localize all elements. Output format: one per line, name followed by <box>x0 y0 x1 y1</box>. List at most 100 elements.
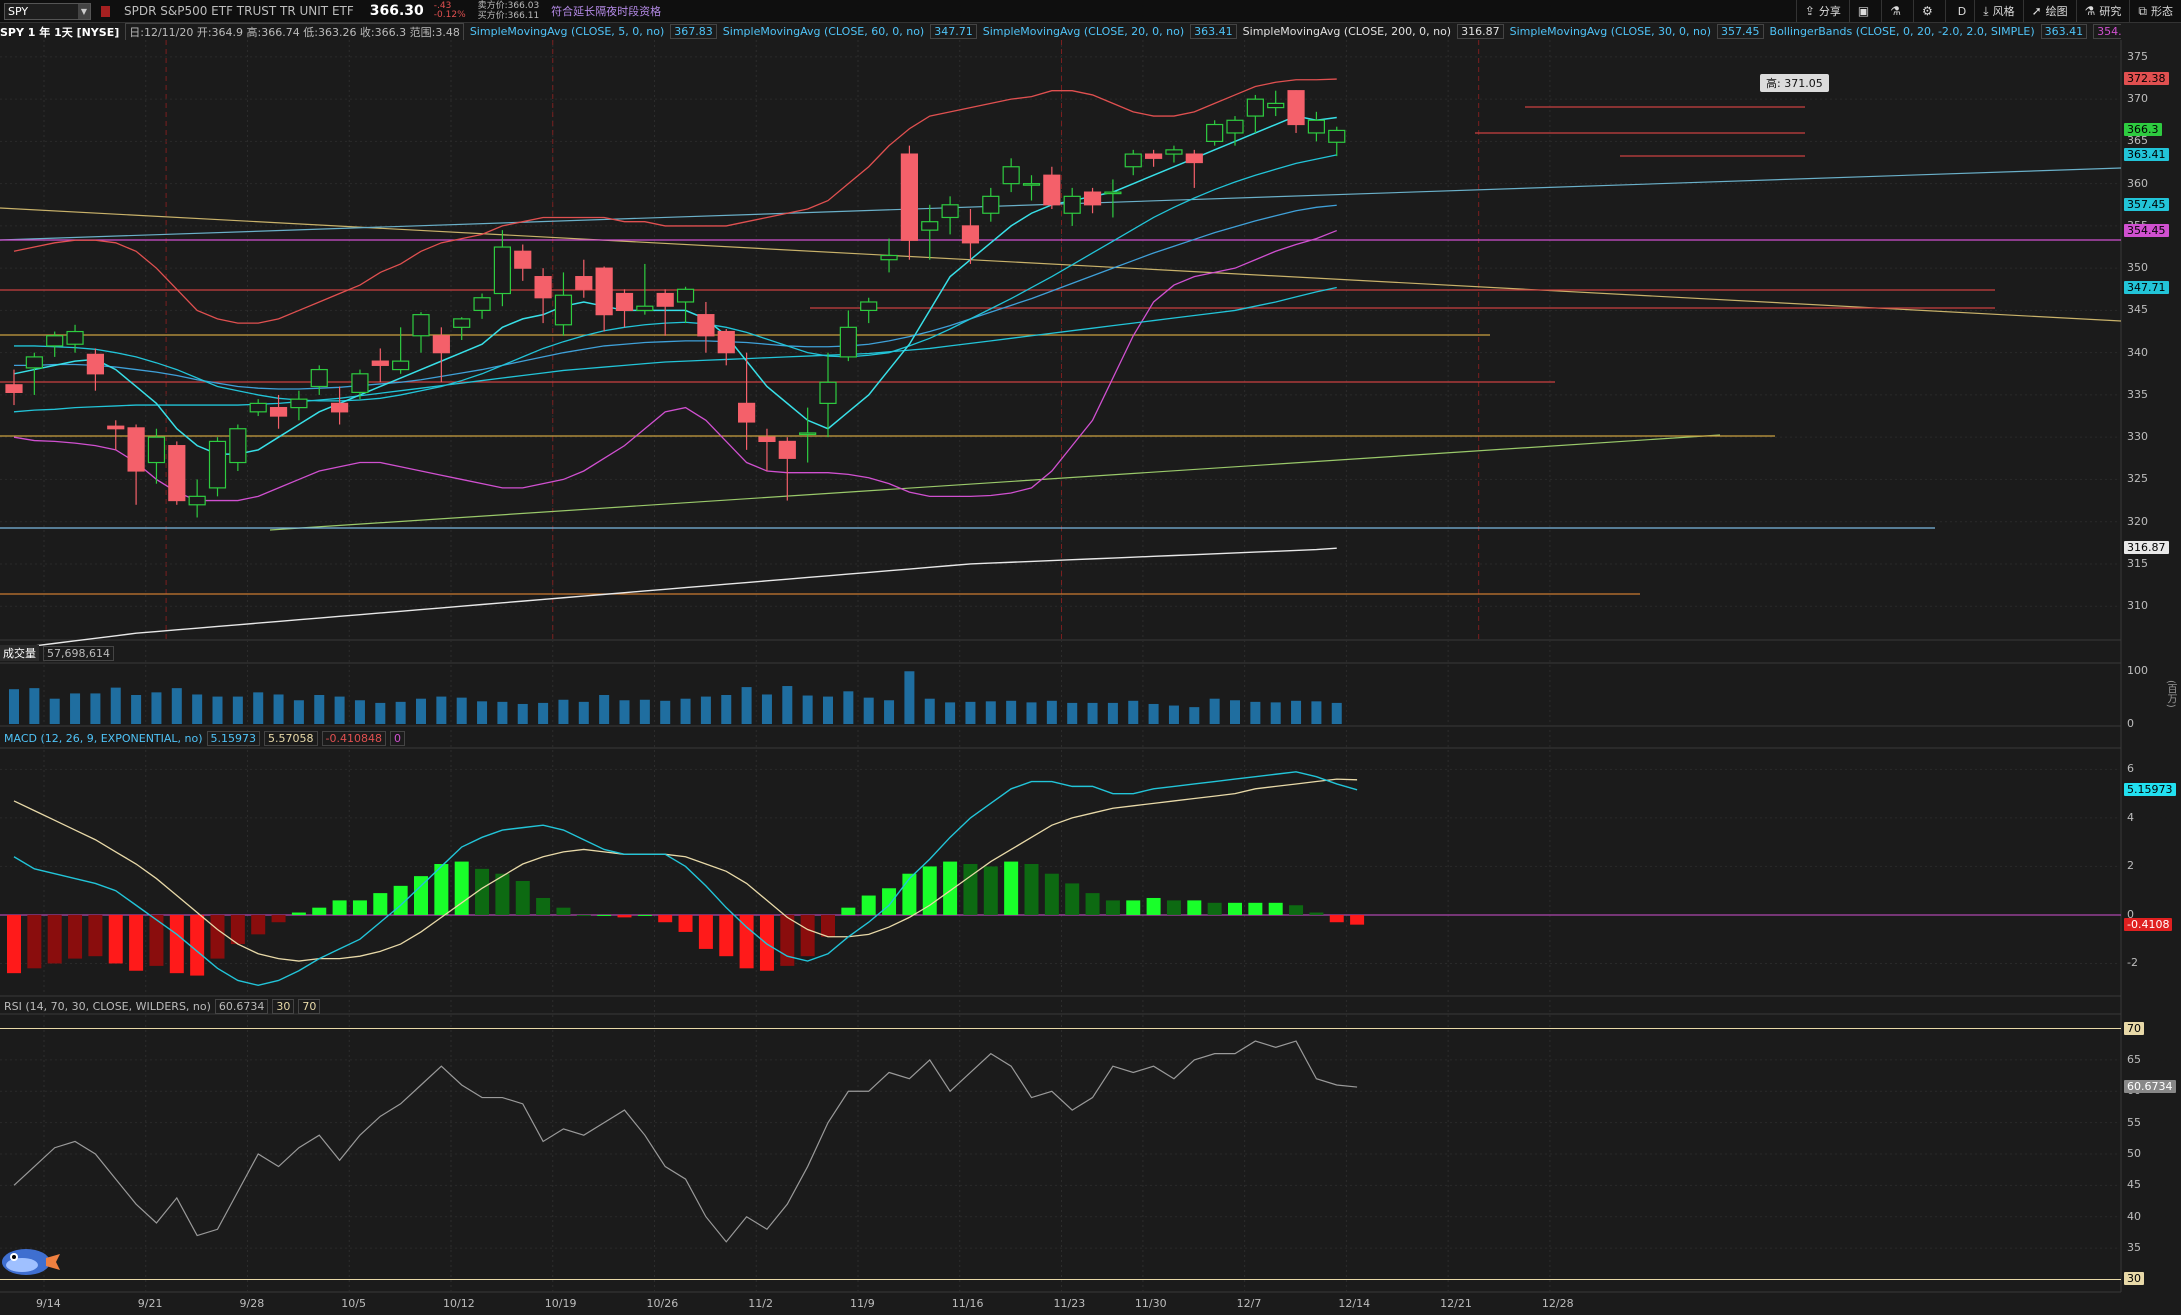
volume-bar <box>110 687 121 724</box>
price-tag: 347.71 <box>2124 280 2169 294</box>
macd-histogram-bar <box>821 914 835 937</box>
study-name[interactable]: SimpleMovingAvg (CLOSE, 200, 0, no) <box>1243 25 1451 38</box>
macd-histogram-bar <box>414 876 428 915</box>
volume-bar <box>293 700 304 724</box>
candle-body <box>1165 149 1183 155</box>
macd-histogram-bar <box>658 914 673 923</box>
macd-histogram-bar <box>637 914 652 916</box>
candle-body <box>25 356 43 369</box>
macd-histogram-bar <box>739 914 754 969</box>
link-color-icon[interactable] <box>101 5 110 17</box>
macd-value-tag: 5.15973 <box>2124 782 2176 796</box>
candle-body <box>941 204 959 219</box>
study-name[interactable]: SimpleMovingAvg (CLOSE, 5, 0, no) <box>470 25 664 38</box>
volume-bar <box>456 697 467 724</box>
candle-body <box>778 440 796 459</box>
date-tick-label: 11/2 <box>748 1297 773 1310</box>
volume-bar <box>945 702 956 724</box>
candle-body <box>1063 195 1081 214</box>
toolbar-button-5[interactable]: ⤓ 风格 <box>1974 0 2022 22</box>
candle-body <box>799 432 817 436</box>
volume-bar <box>985 701 996 724</box>
date-tick-label: 9/14 <box>36 1297 61 1310</box>
price-tag: 363.41 <box>2124 147 2169 161</box>
symbol-text: SPY <box>8 4 29 18</box>
info-icon[interactable]: ! <box>4 46 19 61</box>
macd-histogram-bar <box>1065 883 1080 915</box>
candle-body <box>290 398 308 409</box>
candle-body <box>168 445 186 502</box>
macd-histogram-bar <box>210 914 225 959</box>
date-tick-label: 11/16 <box>951 1297 984 1310</box>
toolbar-button-1[interactable]: ▣ <box>1848 0 1881 22</box>
chart-canvas[interactable] <box>0 0 2181 1315</box>
volume-bar <box>802 695 813 724</box>
volume-tick-label: 0 <box>2127 717 2134 730</box>
volume-bar <box>823 696 833 724</box>
price-tick-label: 320 <box>2127 514 2148 528</box>
candle-body <box>412 314 430 337</box>
candle-body <box>737 402 756 423</box>
toolbar-button-label: 形态 <box>2151 5 2173 18</box>
volume-bar <box>1331 702 1342 724</box>
macd-histogram-bar <box>1105 900 1120 915</box>
macd-diff-tag: -0.4108 <box>2124 917 2173 931</box>
toolbar-button-2[interactable]: ⚗ <box>1881 0 1913 22</box>
candle-body <box>127 427 145 472</box>
study-name[interactable]: SimpleMovingAvg (CLOSE, 30, 0, no) <box>1510 25 1711 38</box>
macd-histogram-bar <box>1207 902 1222 915</box>
date-tick-label: 11/30 <box>1134 1297 1167 1310</box>
candle-body <box>595 267 613 316</box>
toolbar-button-0[interactable]: ⇪ 分享 <box>1795 0 1849 22</box>
candle-body <box>1104 191 1122 195</box>
macd-tick-label: 6 <box>2127 762 2134 776</box>
mascot-icon <box>2 1249 60 1275</box>
volume-bar <box>1107 702 1118 724</box>
macd-histogram-bar <box>617 914 632 918</box>
ohlc-readout: 日:12/11/20 开:364.9 高:366.74 低:363.26 收:3… <box>125 23 464 40</box>
volume-bar <box>761 694 772 724</box>
macd-histogram-bar <box>271 914 286 923</box>
toolbar-button-6[interactable]: ➚ 绘图 <box>2022 0 2076 22</box>
macd-histogram-bar <box>393 885 408 915</box>
chevron-down-icon[interactable]: ▼ <box>78 3 90 19</box>
macd-histogram-bar <box>291 912 306 915</box>
price-tick-label: 325 <box>2127 472 2148 486</box>
study-value: 363.41 <box>1190 24 1237 39</box>
macd-histogram-bar <box>68 914 83 959</box>
candle-body <box>310 368 328 388</box>
volume-bar <box>1148 703 1159 724</box>
study-name[interactable]: BollingerBands (CLOSE, 0, 20, -2.0, 2.0,… <box>1770 25 2035 38</box>
volume-bar <box>151 692 162 724</box>
volume-bar <box>700 696 711 724</box>
macd-histogram-bar <box>576 914 591 916</box>
macd-histogram-bar <box>556 907 571 915</box>
candle-body <box>880 254 898 261</box>
volume-unit: (百万) <box>2165 680 2176 708</box>
price-tick-label: 310 <box>2127 599 2148 613</box>
symbol-input[interactable]: SPY ▼ <box>4 2 91 20</box>
rsi-value-tag: 60.6734 <box>2124 1080 2176 1094</box>
candle-body <box>46 335 64 347</box>
toolbar-button-4[interactable]: D <box>1944 0 1974 22</box>
candle-body <box>371 360 389 366</box>
date-tick-label: 9/21 <box>137 1297 163 1310</box>
toolbar-button-7[interactable]: ⚗ 研究 <box>2075 0 2130 22</box>
toolbar-button-8[interactable]: ⧉ 形态 <box>2129 0 2181 22</box>
price-tick-label: 350 <box>2127 261 2148 275</box>
macd-histogram-bar <box>922 866 937 915</box>
study-name[interactable]: SimpleMovingAvg (CLOSE, 20, 0, no) <box>983 25 1184 38</box>
date-tick-label: 9/28 <box>239 1297 265 1310</box>
volume-bar <box>477 701 488 724</box>
study-name[interactable]: SimpleMovingAvg (CLOSE, 60, 0, no) <box>723 25 924 38</box>
macd-histogram-bar <box>719 914 734 957</box>
candle-body <box>1185 153 1203 164</box>
candle-body <box>1307 119 1326 134</box>
volume-bar <box>965 701 976 724</box>
macd-histogram-bar <box>1350 914 1365 925</box>
toolbar-button-3[interactable]: ⚙ <box>1913 0 1945 22</box>
macd-histogram-bar <box>1309 912 1324 915</box>
toolbar-button-label: 绘图 <box>2045 5 2068 18</box>
candle-body <box>961 225 980 244</box>
sma30-line <box>14 204 1337 390</box>
